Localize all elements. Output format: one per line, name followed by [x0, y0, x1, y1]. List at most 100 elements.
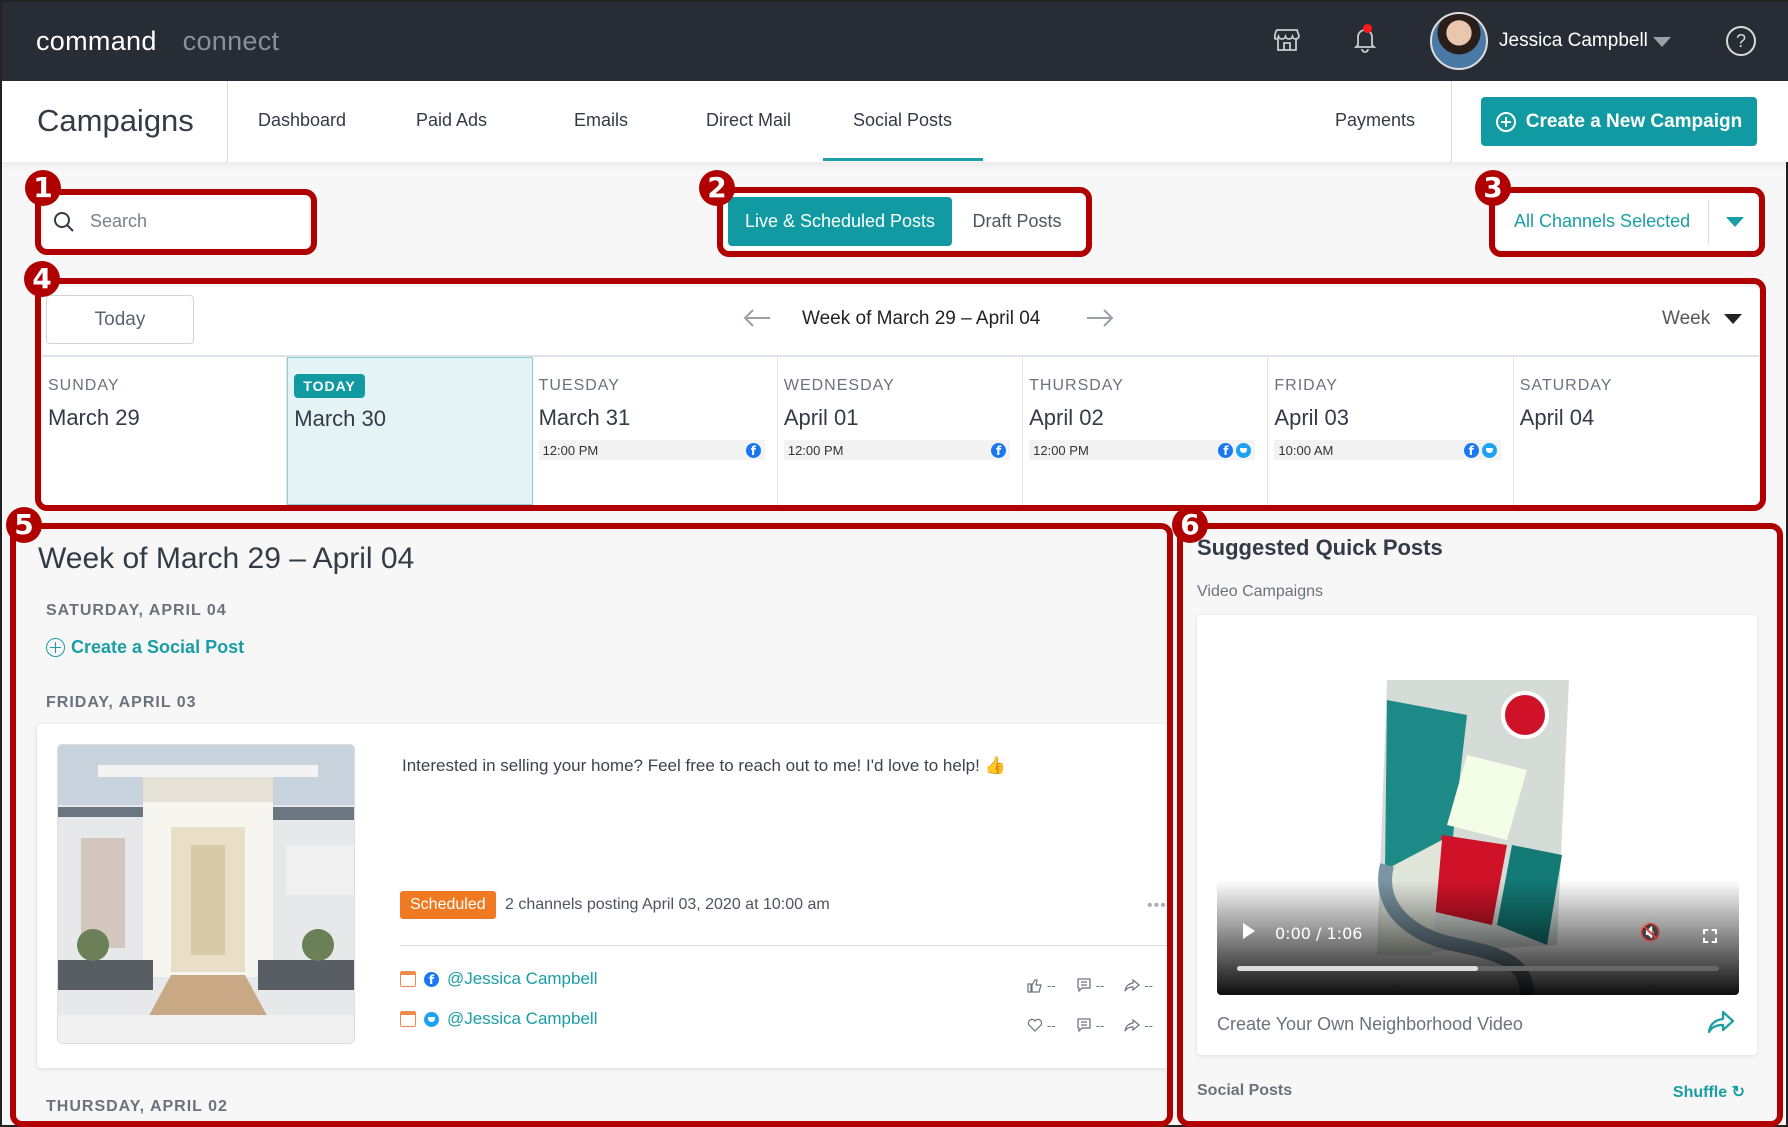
- tab-payments[interactable]: Payments: [1335, 110, 1415, 131]
- annotation-number: 3: [1475, 170, 1511, 206]
- help-icon[interactable]: ?: [1726, 26, 1756, 56]
- video-card-title[interactable]: Create Your Own Neighborhood Video: [1217, 1014, 1523, 1035]
- calendar-week-title: Week of March 29 – April 04: [802, 308, 1041, 329]
- today-button[interactable]: Today: [46, 295, 194, 344]
- comment-icon: [1077, 1018, 1091, 1033]
- video-campaigns-label: Video Campaigns: [1197, 583, 1324, 600]
- day-name: THURSDAY: [1029, 377, 1124, 394]
- channel-select[interactable]: All Channels Selected: [1497, 193, 1759, 250]
- suggested-quick-posts: Suggested Quick Posts Video Campaigns 0:…: [1185, 527, 1757, 1127]
- post-stats: -- -- --: [1027, 1017, 1153, 1033]
- event-time: 10:00 AM: [1278, 442, 1334, 458]
- day-section-label: SATURDAY, APRIL 04: [46, 602, 227, 619]
- chevron-down-icon: [1724, 314, 1743, 324]
- search-field[interactable]: [44, 195, 309, 248]
- store-icon[interactable]: [1272, 24, 1302, 54]
- view-select-value: Week: [1662, 308, 1711, 329]
- channel-row: @Jessica Campbell: [400, 1009, 597, 1029]
- post-text: Interested in selling your home? Feel fr…: [402, 756, 1006, 775]
- fullscreen-icon[interactable]: [1703, 929, 1717, 943]
- comments-stat: --: [1076, 1017, 1104, 1033]
- calendar-event[interactable]: 12:00 PM f: [1029, 440, 1256, 460]
- tab-paid-ads[interactable]: Paid Ads: [416, 110, 487, 131]
- active-tab-indicator: [823, 158, 983, 161]
- calendar-day[interactable]: TUESDAY March 31 12:00 PM f: [533, 357, 778, 505]
- house-photo: [58, 745, 354, 1043]
- calendar-event[interactable]: 12:00 PM f: [783, 440, 1011, 460]
- search-icon: [54, 211, 74, 232]
- chevron-down-icon[interactable]: [1726, 216, 1744, 227]
- day-name: TUESDAY: [538, 377, 620, 394]
- calendar-day[interactable]: SATURDAY April 04: [1514, 357, 1759, 505]
- play-icon[interactable]: [1243, 923, 1255, 939]
- brand-secondary: connect: [182, 26, 280, 56]
- calendar-day[interactable]: FRIDAY April 03 10:00 AM f: [1268, 357, 1514, 505]
- twitter-icon: [424, 1011, 439, 1027]
- mute-icon[interactable]: 🔇: [1640, 923, 1661, 943]
- facebook-icon: f: [424, 971, 439, 987]
- facebook-icon: f: [991, 442, 1007, 458]
- calendar-day[interactable]: WEDNESDAY April 01 12:00 PM f: [778, 357, 1024, 505]
- tab-dashboard[interactable]: Dashboard: [258, 110, 346, 131]
- annotation-number: 6: [1172, 507, 1208, 543]
- post-stats: -- -- --: [1027, 977, 1153, 993]
- more-options-icon[interactable]: •••: [1147, 897, 1167, 915]
- avatar[interactable]: [1430, 12, 1488, 70]
- view-select[interactable]: Week: [1662, 308, 1743, 330]
- facebook-icon: f: [745, 442, 761, 458]
- day-name: SATURDAY: [1519, 377, 1613, 394]
- shares-stat: --: [1124, 1017, 1153, 1033]
- brand-logo[interactable]: command connect: [36, 26, 279, 57]
- comments-stat: --: [1076, 977, 1104, 993]
- day-section-label: THURSDAY, APRIL 02: [46, 1098, 228, 1115]
- event-time: 12:00 PM: [787, 442, 844, 458]
- user-name[interactable]: Jessica Campbell: [1499, 30, 1648, 52]
- search-input[interactable]: [90, 211, 290, 232]
- channel-handle[interactable]: @Jessica Campbell: [447, 1009, 597, 1029]
- create-campaign-button[interactable]: Create a New Campaign: [1481, 97, 1757, 146]
- chevron-down-icon[interactable]: [1653, 37, 1671, 47]
- day-name: FRIDAY: [1274, 377, 1338, 394]
- top-bar: command connect Jessica Campbell ?: [2, 2, 1788, 81]
- plus-circle-icon: [1495, 111, 1516, 132]
- draft-posts-button[interactable]: Draft Posts: [952, 197, 1082, 246]
- tab-social-posts[interactable]: Social Posts: [853, 110, 952, 131]
- post-status-toggle: Live & Scheduled Posts Draft Posts: [724, 193, 1086, 250]
- tab-emails[interactable]: Emails: [574, 110, 628, 131]
- channel-handle[interactable]: @Jessica Campbell: [447, 969, 597, 989]
- calendar-day[interactable]: SUNDAY March 29: [42, 357, 288, 505]
- week-calendar: Today Week of March 29 – April 04 Week S…: [42, 287, 1759, 505]
- card-divider: [400, 945, 1170, 946]
- annotation-number: 2: [699, 170, 735, 206]
- likes-stat: --: [1027, 977, 1056, 993]
- shares-stat: --: [1124, 977, 1153, 993]
- channel-select-value[interactable]: All Channels Selected: [1497, 211, 1708, 232]
- day-date: April 01: [783, 405, 859, 430]
- calendar-event[interactable]: 12:00 PM f: [538, 440, 765, 460]
- tab-direct-mail[interactable]: Direct Mail: [706, 110, 791, 131]
- create-social-post-link[interactable]: Create a Social Post: [46, 637, 244, 658]
- post-card[interactable]: Interested in selling your home? Feel fr…: [37, 724, 1170, 1068]
- notification-dot: [1363, 24, 1372, 33]
- arrow-left-icon[interactable]: [742, 307, 772, 329]
- calendar-day[interactable]: THURSDAY April 02 12:00 PM f: [1023, 357, 1269, 505]
- share-icon: [1124, 1018, 1141, 1032]
- share-icon[interactable]: [1707, 1009, 1735, 1035]
- video-card: 0:00 / 1:06 🔇 Create Your Own Neighborho…: [1197, 615, 1757, 1055]
- day-date: March 31: [538, 405, 631, 430]
- channel-row: f @Jessica Campbell: [400, 969, 597, 989]
- event-time: 12:00 PM: [542, 442, 599, 458]
- day-date: April 04: [1519, 405, 1595, 430]
- shuffle-button[interactable]: Shuffle ↻: [1673, 1082, 1745, 1102]
- video-player[interactable]: 0:00 / 1:06 🔇: [1217, 625, 1739, 995]
- arrow-right-icon[interactable]: [1085, 307, 1115, 329]
- calendar-event[interactable]: 10:00 AM f: [1274, 440, 1501, 460]
- live-scheduled-posts-button[interactable]: Live & Scheduled Posts: [728, 197, 952, 246]
- brand-primary: command: [36, 26, 157, 56]
- video-progress-bar[interactable]: [1237, 966, 1719, 971]
- create-social-post-label: Create a Social Post: [71, 637, 245, 657]
- page-title: Campaigns: [37, 103, 194, 138]
- calendar-day-today[interactable]: TODAY March 30: [287, 357, 533, 505]
- create-campaign-label: Create a New Campaign: [1525, 110, 1743, 132]
- share-icon: [1124, 978, 1141, 992]
